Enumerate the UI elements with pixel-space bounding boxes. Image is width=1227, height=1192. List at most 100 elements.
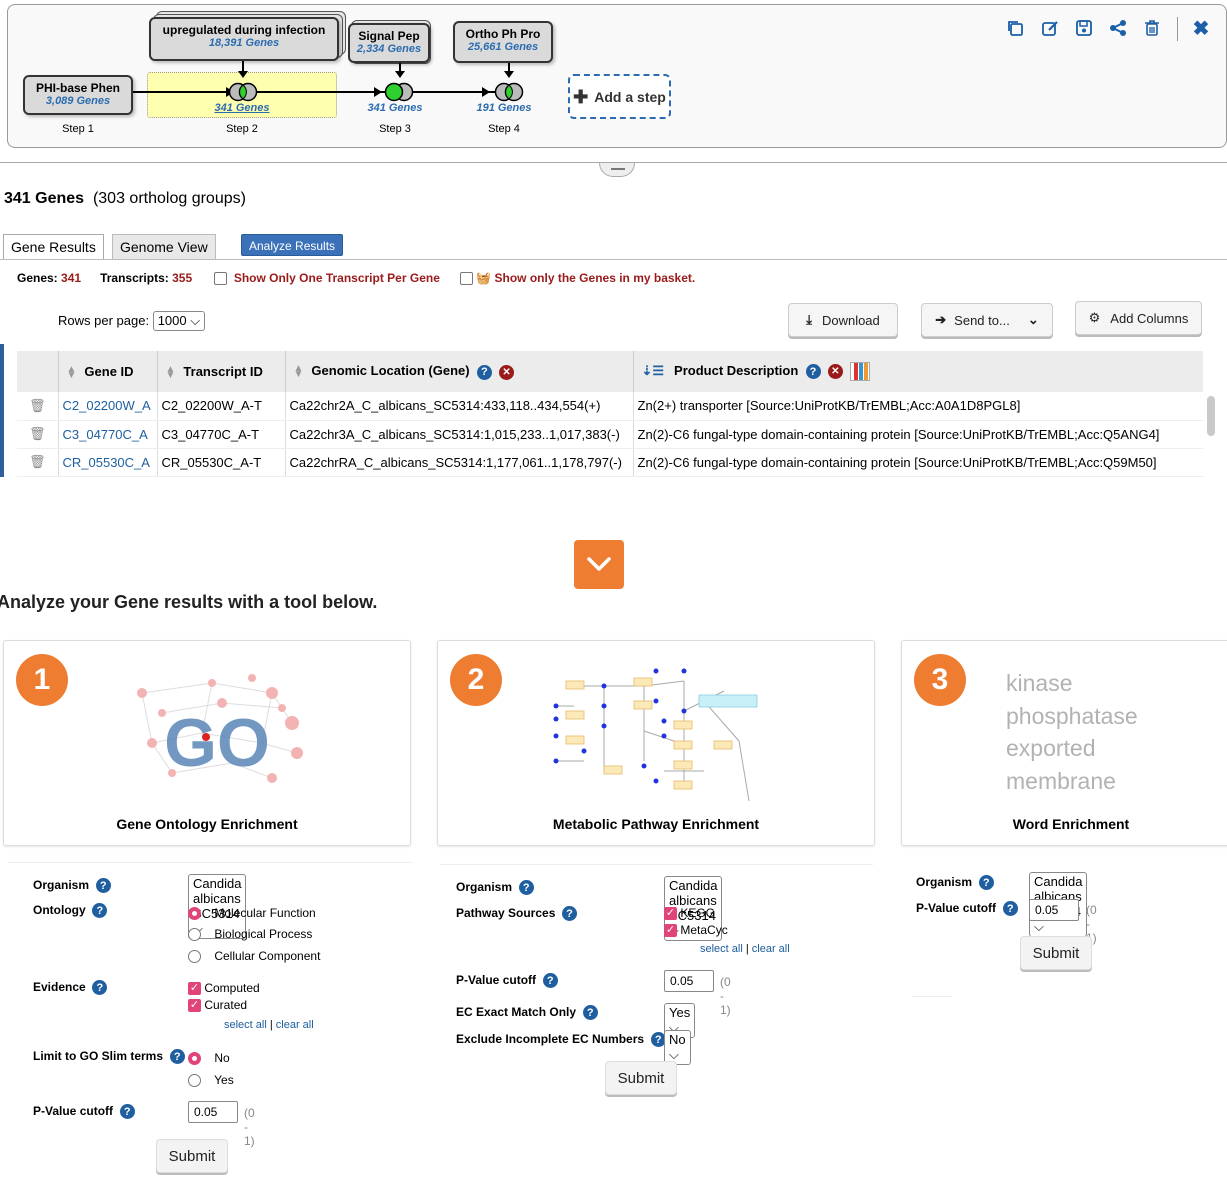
intersect-icon[interactable] [226, 82, 260, 102]
step-4-box[interactable]: Ortho Ph Pro 25,661 Genes [453, 21, 553, 63]
result-count: 341 Genes [4, 190, 85, 207]
ontology-option[interactable]: Cellular Component [188, 949, 320, 964]
column-header-gene-id[interactable]: ▲ ▼ Gene ID [58, 351, 158, 392]
help-icon[interactable]: ? [562, 906, 578, 922]
pvalue-input[interactable]: 0.05 [1029, 899, 1079, 921]
results-table: ▲ ▼ Gene ID ▲ ▼ Transcript ID ▲ ▼ Genomic Loca… [17, 351, 1203, 477]
pvalue-input[interactable]: 0.05 [664, 970, 714, 992]
help-icon[interactable]: ? [805, 364, 821, 379]
chart-icon[interactable] [850, 362, 870, 381]
help-icon[interactable]: ? [119, 1104, 135, 1120]
ontology-option[interactable]: Molecular Function [188, 906, 316, 921]
analyze-heading: Analyze your Gene results with a tool be… [0, 592, 378, 612]
submit-button[interactable]: Submit [605, 1061, 677, 1095]
step-number-badge: 2 [450, 654, 502, 706]
step-count: 25,661 Genes [467, 41, 539, 53]
add-columns-label: Add Columns [1110, 310, 1189, 326]
basket-icon[interactable]: 🗑 [17, 392, 59, 421]
one-transcript-checkbox[interactable] [214, 271, 228, 285]
result-counts: Genes: 341 Transcripts: 355 Show Only On… [17, 271, 695, 285]
share-icon[interactable] [1108, 19, 1128, 39]
ontology-option[interactable]: Biological Process [188, 927, 312, 942]
ec-exact-label: EC Exact Match Only ? [456, 1005, 598, 1021]
table-scrollbar[interactable] [1207, 396, 1215, 436]
select-all-links[interactable]: select all | clear all [700, 943, 790, 955]
organism-label: Organism ? [33, 878, 111, 894]
tab-gene-results[interactable]: Gene Results [3, 234, 104, 260]
gene-id-link[interactable]: C3_04770C_A [58, 420, 158, 449]
word-enrichment-card[interactable]: 3 kinase phosphatase exported membrane W… [901, 640, 1227, 846]
step-1-box[interactable]: PHI-base Phen 3,089 Genes [23, 75, 133, 115]
arrow-down-icon [238, 71, 248, 78]
go-slim-option[interactable]: Yes [188, 1073, 234, 1088]
table-row: 🗑 C2_02200W_A C2_02200W_A-T Ca22chr2A_C_… [17, 392, 1203, 421]
pathway-map-image [553, 668, 758, 801]
go-slim-option[interactable]: No [188, 1051, 230, 1066]
help-icon[interactable]: ? [92, 903, 108, 919]
basket-checkbox[interactable] [459, 271, 473, 285]
help-icon[interactable]: ? [476, 364, 492, 380]
basket-icon[interactable]: 🗑 [17, 420, 59, 449]
exclude-ec-select[interactable]: No ⌵ [664, 1030, 691, 1065]
step-result-count[interactable]: 191 Genes [464, 102, 544, 114]
minus-icon[interactable] [382, 82, 416, 102]
basket-icon[interactable]: 🗑 [17, 448, 59, 477]
help-icon[interactable]: ? [95, 878, 111, 894]
help-icon[interactable]: ? [978, 875, 994, 891]
help-icon[interactable]: ? [169, 1049, 185, 1065]
add-step-label: Add a step [594, 88, 666, 105]
column-label: Gene ID [84, 364, 134, 379]
step-2-box[interactable]: upregulated during infection 18,391 Gene… [149, 17, 339, 61]
selection-bar [0, 344, 4, 477]
step-label: Step 1 [62, 123, 94, 135]
column-label: Product Description [674, 362, 799, 378]
step-result-count[interactable]: 341 Genes [202, 102, 282, 114]
send-to-button[interactable]: ➔ Send to... ⌄ [921, 303, 1053, 337]
tab-analyze-results[interactable]: Analyze Results [241, 234, 344, 256]
delete-icon[interactable] [1142, 19, 1162, 39]
column-header-location[interactable]: ▲ ▼ Genomic Location (Gene) ? ✕ [285, 351, 634, 392]
help-icon[interactable]: ? [518, 880, 534, 896]
column-label: Transcript ID [183, 364, 263, 379]
basket-column-header [17, 351, 59, 392]
step-result-count[interactable]: 341 Genes [355, 102, 435, 114]
tab-genome-view[interactable]: Genome View [112, 234, 216, 259]
help-icon[interactable]: ? [582, 1005, 598, 1021]
step-number-badge: 3 [914, 654, 966, 706]
help-icon[interactable]: ? [1002, 901, 1018, 917]
column-header-product[interactable]: ⇣☰ Product Description ? ✕ [633, 351, 1203, 392]
help-icon[interactable]: ? [92, 980, 108, 996]
submit-button[interactable]: Submit [156, 1139, 228, 1173]
pvalue-input[interactable]: 0.05 [188, 1101, 238, 1123]
ortholog-groups: (303 ortholog groups) [92, 190, 246, 207]
resize-handle[interactable] [599, 163, 635, 177]
help-icon[interactable]: ? [542, 973, 558, 989]
column-header-transcript-id[interactable]: ▲ ▼ Transcript ID [157, 351, 286, 392]
source-option[interactable]: ✓ KEGG [664, 906, 715, 921]
remove-column-icon[interactable]: ✕ [827, 364, 843, 379]
gene-id-link[interactable]: CR_05530C_A [58, 448, 158, 477]
evidence-option[interactable]: ✓ Curated [188, 998, 247, 1013]
rows-per-page-select[interactable]: 1000 ⌵ [152, 311, 206, 331]
edit-icon[interactable] [1040, 19, 1060, 39]
go-enrichment-card[interactable]: 1 GO Gene Ontology Enrichment [3, 640, 411, 846]
pathway-enrichment-card[interactable]: 2 Metabolic Pathway Enrichment [437, 640, 875, 846]
expand-button[interactable] [574, 540, 624, 589]
download-button[interactable]: ⤓ Download [788, 303, 898, 337]
save-icon[interactable] [1074, 19, 1094, 39]
remove-column-icon[interactable]: ✕ [499, 364, 515, 380]
transcripts-label: Transcripts: [100, 271, 169, 285]
gene-id-link[interactable]: C2_02200W_A [58, 392, 158, 421]
close-icon[interactable]: ✖ [1191, 19, 1211, 39]
select-all-links[interactable]: select all | clear all [224, 1019, 314, 1031]
submit-button[interactable]: Submit [1020, 936, 1092, 970]
copy-icon[interactable] [1005, 19, 1025, 39]
add-columns-button[interactable]: ⚙ Add Columns [1075, 301, 1202, 335]
add-step-button[interactable]: ✚ Add a step [568, 74, 671, 119]
evidence-option[interactable]: ✓ Computed [188, 981, 260, 996]
step-3-box[interactable]: Signal Pep 2,334 Genes [348, 23, 430, 63]
strategy-panel: PHI-base Phen 3,089 Genes Step 1 upregul… [7, 4, 1227, 148]
source-option[interactable]: ✓ MetaCyc [664, 923, 728, 938]
intersect-icon[interactable] [492, 82, 526, 102]
flow-line [133, 91, 498, 93]
